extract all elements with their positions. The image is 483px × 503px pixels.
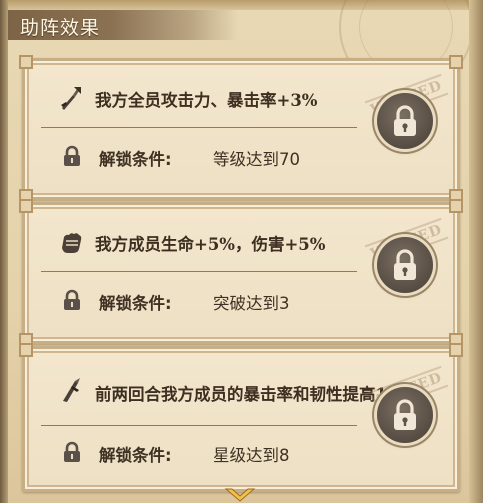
- unlock-condition-value: 等级达到70: [213, 150, 300, 169]
- section-header: 助阵效果: [8, 10, 238, 40]
- lock-icon: [64, 441, 80, 462]
- corner-ornament: [449, 199, 463, 213]
- corner-ornament: [449, 343, 463, 357]
- locked-status-button[interactable]: [377, 387, 433, 443]
- sword-up-icon: [61, 87, 81, 110]
- scroll-down-arrow-icon[interactable]: [224, 488, 256, 503]
- unlock-condition-value: 星级达到8: [213, 446, 290, 465]
- padlock-icon: [394, 399, 416, 430]
- unlock-condition-label: 解锁条件:: [99, 446, 172, 465]
- divider: [41, 271, 357, 272]
- corner-ornament: [19, 343, 33, 357]
- unlock-condition-label: 解锁条件:: [99, 294, 172, 313]
- unlock-condition-label: 解锁条件:: [99, 150, 172, 169]
- divider: [41, 425, 357, 426]
- lock-icon: [64, 145, 80, 166]
- corner-ornament: [19, 55, 33, 69]
- locked-status-button[interactable]: [377, 237, 433, 293]
- support-effect-card[interactable]: 前两回合我方成员的暴击率和韧性提高10% WASTED 解锁条件: 星级达到8: [19, 343, 463, 492]
- padlock-icon: [394, 249, 416, 280]
- lock-icon: [64, 289, 80, 310]
- corner-ornament: [449, 55, 463, 69]
- corner-ornament: [19, 199, 33, 213]
- support-effect-card[interactable]: 我方成员生命+5%，伤害+5% WASTED 解锁条件: 突破达到3: [19, 199, 463, 347]
- effect-description: 我方全员攻击力、暴击率+3%: [95, 91, 318, 110]
- fist-icon: [62, 233, 82, 253]
- unlock-condition-value: 突破达到3: [213, 294, 290, 313]
- panel-right-edge: [469, 0, 483, 503]
- effect-description: 我方成员生命+5%，伤害+5%: [95, 235, 326, 254]
- panel-left-edge: [0, 0, 8, 503]
- section-title: 助阵效果: [20, 17, 101, 39]
- blade-icon: [63, 378, 80, 402]
- support-effect-card[interactable]: 我方全员攻击力、暴击率+3% WASTED 解锁条件: 等级达到70: [19, 55, 463, 203]
- padlock-icon: [394, 105, 416, 136]
- locked-status-button[interactable]: [377, 93, 433, 149]
- divider: [41, 127, 357, 128]
